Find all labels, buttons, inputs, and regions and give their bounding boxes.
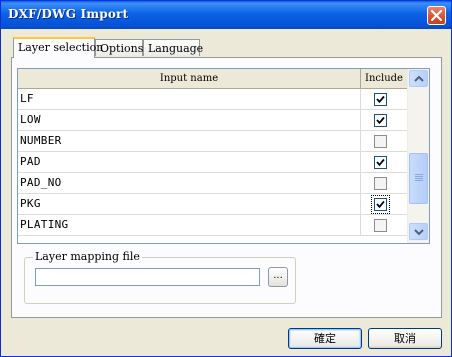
window-title: DXF/DWG Import <box>8 7 129 21</box>
layer-name: PLATING <box>20 218 69 231</box>
cancel-button[interactable]: 取消 <box>368 328 442 349</box>
include-checkbox[interactable] <box>374 177 387 190</box>
vertical-scrollbar[interactable] <box>407 69 429 243</box>
include-checkbox[interactable] <box>374 219 387 232</box>
tab-label: Layer selection <box>18 41 104 54</box>
layer-name: LF <box>20 92 34 105</box>
layer-mapping-group: Layer mapping file ... <box>24 250 296 304</box>
checkmark-icon <box>376 95 385 104</box>
layer-name: PAD <box>20 155 41 168</box>
scroll-down-button[interactable] <box>409 223 428 240</box>
layer-mapping-legend: Layer mapping file <box>33 250 142 263</box>
grid-header: Input name Include <box>18 69 407 89</box>
title-bar[interactable]: DXF/DWG Import <box>1 1 451 29</box>
include-checkbox[interactable] <box>371 195 390 214</box>
checkmark-icon <box>376 200 385 209</box>
chevron-down-icon <box>414 229 424 236</box>
layer-name: NUMBER <box>20 134 62 147</box>
import-dialog: DXF/DWG Import Layer selection Options L… <box>0 0 452 357</box>
layer-name: PAD_NO <box>20 176 62 189</box>
close-icon <box>431 10 442 21</box>
table-row[interactable]: PAD_NO <box>18 173 407 194</box>
include-checkbox[interactable] <box>374 93 387 106</box>
table-row[interactable]: PKG <box>18 194 407 215</box>
checkmark-icon <box>376 116 385 125</box>
table-row[interactable]: LOW <box>18 110 407 131</box>
layer-name: LOW <box>20 113 41 126</box>
tab-label: Language <box>148 42 204 55</box>
table-row[interactable]: PLATING <box>18 215 407 236</box>
table-row[interactable]: NUMBER <box>18 131 407 152</box>
column-header-input-name[interactable]: Input name <box>18 69 361 88</box>
scroll-up-button[interactable] <box>409 70 428 87</box>
include-checkbox[interactable] <box>374 114 387 127</box>
layer-selection-panel: Input name Include LF LOW NUMBER PAD PAD_NO P… <box>11 57 442 318</box>
layer-name: PKG <box>20 197 41 210</box>
tab-language[interactable]: Language <box>143 39 204 56</box>
close-button[interactable] <box>427 6 446 25</box>
include-checkbox[interactable] <box>374 135 387 148</box>
scroll-thumb[interactable] <box>409 153 428 204</box>
column-header-include[interactable]: Include <box>361 69 407 88</box>
tab-label: Options <box>100 42 144 55</box>
table-row[interactable]: PAD <box>18 152 407 173</box>
layer-grid: Input name Include LF LOW NUMBER PAD PAD_NO P… <box>17 68 430 244</box>
chevron-up-icon <box>414 75 424 82</box>
grid-rows: LF LOW NUMBER PAD PAD_NO PKG PLATING <box>18 89 407 236</box>
include-checkbox[interactable] <box>374 156 387 169</box>
layer-mapping-file-input[interactable] <box>35 268 260 286</box>
table-row[interactable]: LF <box>18 89 407 110</box>
checkmark-icon <box>376 158 385 167</box>
tab-layer-selection[interactable]: Layer selection <box>13 37 103 58</box>
ok-button[interactable]: 確定 <box>288 328 362 349</box>
browse-button[interactable]: ... <box>268 267 288 287</box>
